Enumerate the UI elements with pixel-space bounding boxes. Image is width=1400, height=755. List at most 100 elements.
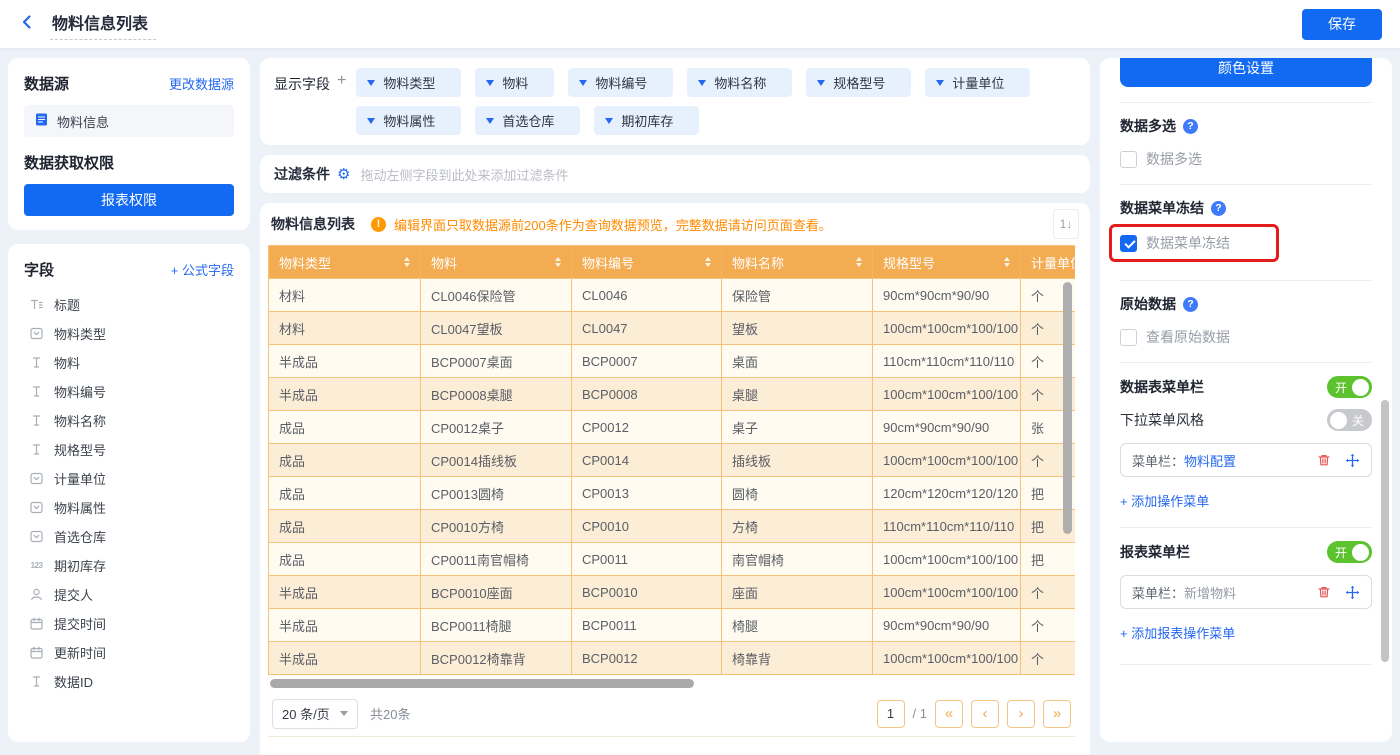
menu-item-material-config[interactable]: 菜单栏： 物料配置 <box>1120 443 1372 477</box>
table-cell: 个 <box>1021 576 1075 609</box>
raw-data-checkbox[interactable] <box>1120 328 1137 346</box>
report-permission-button[interactable]: 报表权限 <box>24 184 234 216</box>
panel-scrollbar[interactable] <box>1381 400 1389 662</box>
sort-arrows-icon[interactable] <box>705 257 711 267</box>
save-button[interactable]: 保存 <box>1302 8 1382 40</box>
field-item[interactable]: 提交时间 <box>24 609 234 638</box>
help-icon[interactable]: ? <box>1211 200 1226 216</box>
back-button[interactable] <box>18 13 36 36</box>
sort-arrows-icon[interactable] <box>404 257 410 267</box>
column-header[interactable]: 物料类型 <box>269 246 421 279</box>
menu-item-new-material[interactable]: 菜单栏： 新增物料 <box>1120 575 1372 609</box>
display-field-chip[interactable]: 物料 <box>475 68 555 97</box>
table-cell: 个 <box>1021 609 1075 642</box>
display-field-chip[interactable]: 首选仓库 <box>475 106 581 135</box>
help-icon[interactable]: ? <box>1183 296 1198 312</box>
gear-icon[interactable]: ⚙ <box>337 167 350 182</box>
data-table-menu-toggle[interactable]: 开 <box>1327 376 1372 398</box>
color-settings-button[interactable]: 颜色设置 <box>1120 58 1372 87</box>
caret-down-icon <box>486 117 495 124</box>
report-menu-toggle[interactable]: 开 <box>1327 541 1372 563</box>
display-field-chip[interactable]: 期初库存 <box>594 106 700 135</box>
add-report-action-menu-link[interactable]: + 添加报表操作菜单 <box>1120 623 1372 642</box>
move-icon[interactable] <box>1345 453 1360 468</box>
add-action-menu-link[interactable]: + 添加操作菜单 <box>1120 491 1372 510</box>
last-page-icon[interactable]: » <box>1043 699 1071 728</box>
column-header[interactable]: 规格型号 <box>873 246 1021 279</box>
table-cell: 120cm*120cm*120/120 <box>873 477 1021 510</box>
field-item[interactable]: 数据ID <box>24 667 234 696</box>
table-row: 成品 CP0011南官帽椅 CP0011 南官帽椅 100cm*100cm*100/10… <box>269 543 1075 576</box>
field-item[interactable]: 标题 <box>24 290 234 319</box>
sort-arrows-icon[interactable] <box>555 257 561 267</box>
table-cell: BCP0011 <box>572 609 722 642</box>
field-item-label: 标题 <box>54 298 81 313</box>
sort-arrows-icon[interactable] <box>1004 257 1010 267</box>
preview-notice: 编辑界面只取数据源前200条作为查询数据预览，完整数据请访问页面查看。 <box>394 217 832 233</box>
column-header[interactable]: 计量单位 <box>1021 246 1075 279</box>
table-cell: 90cm*90cm*90/90 <box>873 609 1021 642</box>
fields-card: 字段 + 公式字段 标题物料类型 物料 物料编号 物料名称 规格型号 计量单位 物料属性首选… <box>8 244 250 742</box>
display-field-chip[interactable]: 物料类型 <box>356 68 462 97</box>
chevron-down-icon <box>340 711 348 716</box>
display-field-chip[interactable]: 计量单位 <box>925 68 1031 97</box>
next-page-icon[interactable]: › <box>1007 699 1035 728</box>
field-item[interactable]: 规格型号 <box>24 435 234 464</box>
field-item[interactable]: 计量单位 <box>24 464 234 493</box>
table-horizontal-scrollbar[interactable] <box>270 679 694 688</box>
dropdown-style-toggle[interactable]: 关 <box>1327 409 1372 431</box>
move-icon[interactable] <box>1345 585 1360 600</box>
divider <box>1120 102 1372 103</box>
add-formula-field-link[interactable]: + 公式字段 <box>171 260 234 279</box>
menu-freeze-checkbox[interactable] <box>1120 234 1137 252</box>
caret-down-icon <box>936 79 945 86</box>
field-item[interactable]: 物料 <box>24 348 234 377</box>
trash-icon[interactable] <box>1317 453 1331 467</box>
field-item[interactable]: 物料编号 <box>24 377 234 406</box>
column-header[interactable]: 物料名称 <box>722 246 873 279</box>
field-item[interactable]: 物料名称 <box>24 406 234 435</box>
display-field-chip[interactable]: 规格型号 <box>806 68 912 97</box>
field-item[interactable]: 物料类型 <box>24 319 234 348</box>
display-field-chip[interactable]: 物料名称 <box>687 68 793 97</box>
table-cell: BCP0010座面 <box>421 576 572 609</box>
chip-label: 物料 <box>502 76 529 91</box>
field-item[interactable]: 123 期初库存 <box>24 551 234 580</box>
page-size-select[interactable]: 20 条/页 <box>272 698 358 729</box>
add-display-field-button[interactable]: + <box>337 72 346 90</box>
report-menu-title: 报表菜单栏 <box>1120 544 1190 560</box>
table-row: 半成品 BCP0008桌腿 BCP0008 桌腿 100cm*100cm*100/100… <box>269 378 1075 411</box>
document-icon <box>34 112 49 130</box>
first-page-icon[interactable]: « <box>935 699 963 728</box>
multi-select-checkbox[interactable] <box>1120 150 1137 168</box>
display-field-chip[interactable]: 物料属性 <box>356 106 462 135</box>
field-item-label: 首选仓库 <box>54 530 107 545</box>
sort-arrows-icon[interactable] <box>856 257 862 267</box>
table-cell: 90cm*90cm*90/90 <box>873 411 1021 444</box>
menu-freeze-annotation-box: 数据菜单冻结 <box>1109 224 1279 262</box>
column-header[interactable]: 物料编号 <box>572 246 722 279</box>
table-cell: CL0047望板 <box>421 312 572 345</box>
field-item[interactable]: 首选仓库 <box>24 522 234 551</box>
field-item[interactable]: 物料属性 <box>24 493 234 522</box>
page-number-input[interactable]: 1 <box>876 699 905 728</box>
table-cell: CP0011 <box>572 543 722 576</box>
datasource-item[interactable]: 物料信息 <box>24 105 234 137</box>
trash-icon[interactable] <box>1317 585 1331 599</box>
prev-page-icon[interactable]: ‹ <box>971 699 999 728</box>
help-icon[interactable]: ? <box>1183 118 1198 134</box>
table-cell: 桌腿 <box>722 378 873 411</box>
sort-order-icon[interactable]: 1↓ <box>1053 209 1079 239</box>
field-item[interactable]: 提交人 <box>24 580 234 609</box>
menu-item-name[interactable]: 物料配置 <box>1184 451 1236 470</box>
back-chevron-icon <box>18 13 36 36</box>
field-item[interactable]: 更新时间 <box>24 638 234 667</box>
change-datasource-link[interactable]: 更改数据源 <box>169 74 234 93</box>
table-cell: 材料 <box>269 279 421 312</box>
table-vertical-scrollbar[interactable] <box>1063 282 1072 534</box>
fields-title: 字段 <box>24 262 55 279</box>
table-cell: 半成品 <box>269 609 421 642</box>
column-header[interactable]: 物料 <box>421 246 572 279</box>
display-field-chip[interactable]: 物料编号 <box>568 68 674 97</box>
chip-label: 物料属性 <box>383 114 436 129</box>
